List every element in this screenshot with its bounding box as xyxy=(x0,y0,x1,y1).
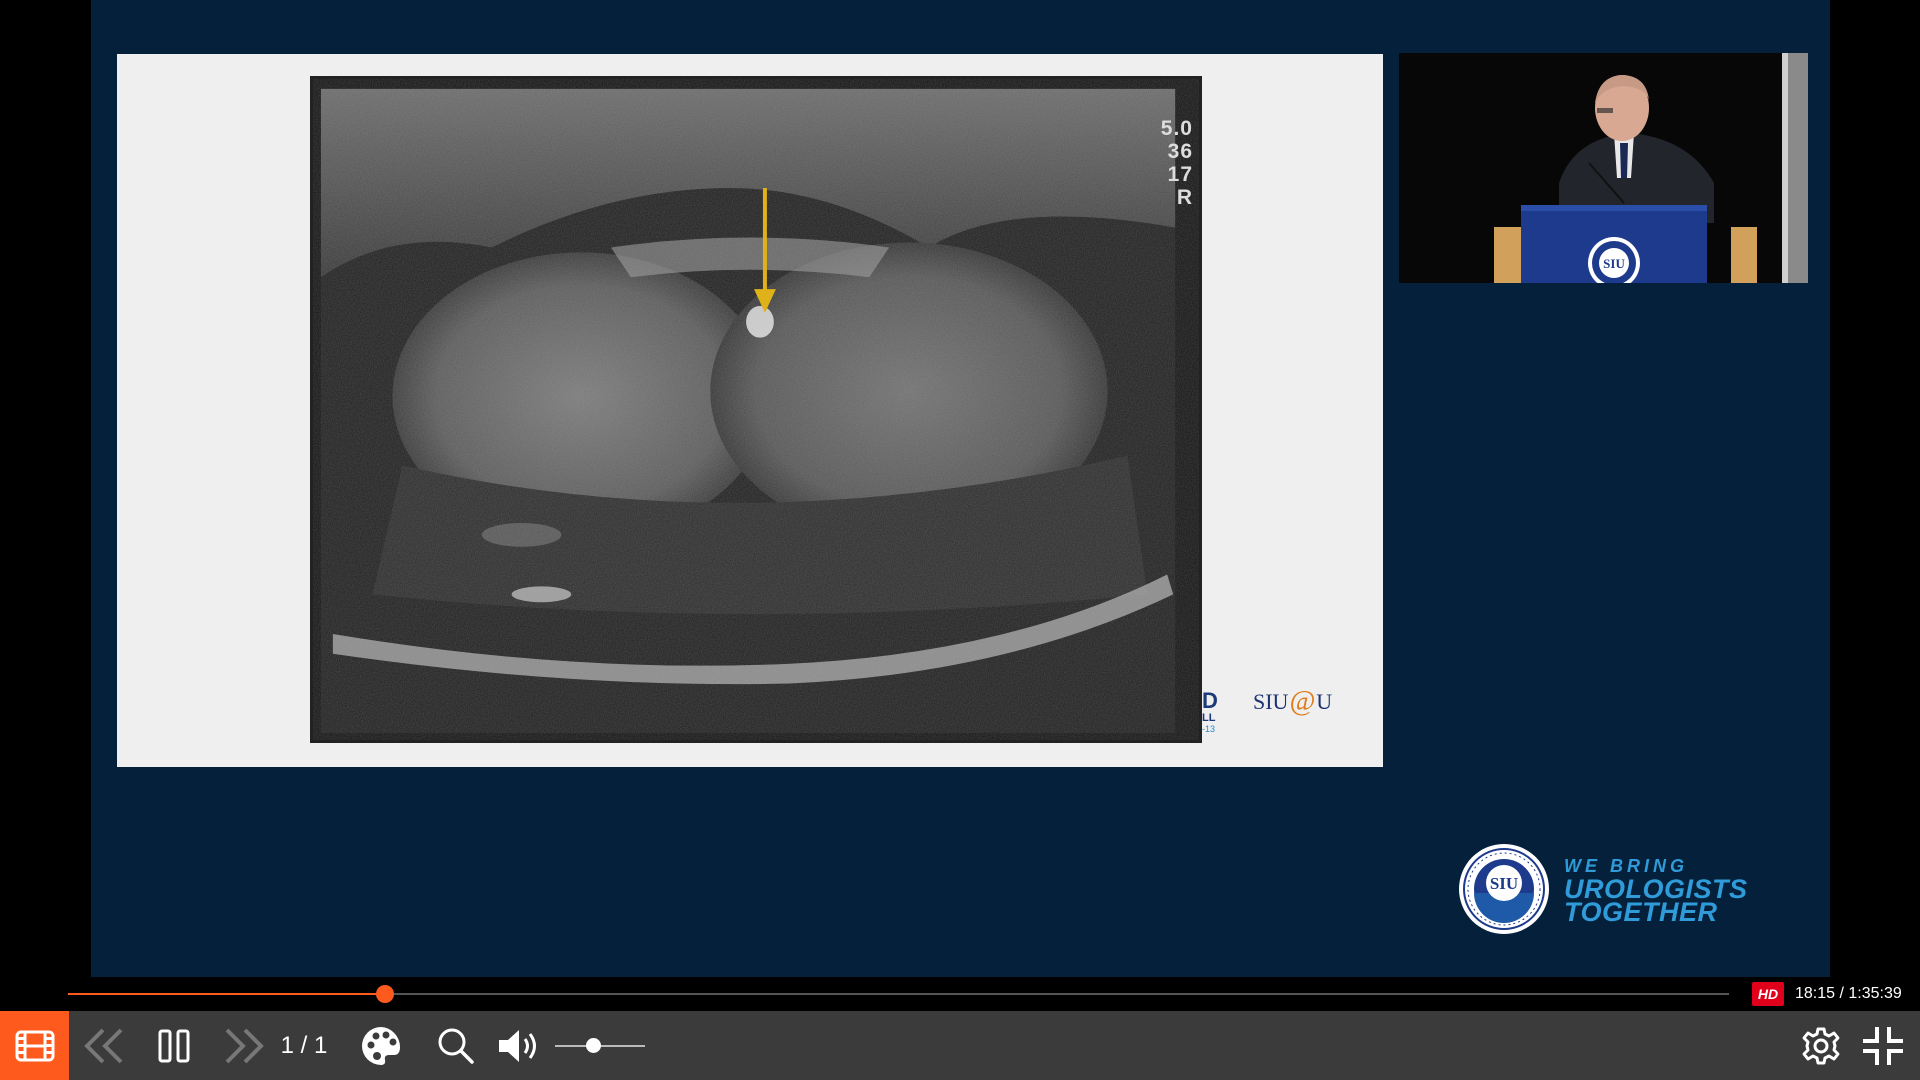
film-button[interactable] xyxy=(0,1011,69,1080)
next-button[interactable] xyxy=(216,1011,270,1080)
search-icon xyxy=(438,1028,474,1064)
readout-line: 17 xyxy=(1167,163,1193,186)
pause-button[interactable] xyxy=(150,1011,198,1080)
presentation-slide: 5.0 36 17 R D LL -13 SIU @ U xyxy=(117,54,1383,767)
partial-logo-small: -13 xyxy=(1202,724,1216,734)
siu-tagline: WE BRING UROLOGISTS TOGETHER xyxy=(1564,855,1748,927)
settings-button[interactable] xyxy=(1796,1011,1846,1080)
readout-line: 36 xyxy=(1167,140,1193,163)
siu-u-logo: SIU @ U xyxy=(1253,686,1332,718)
settings-icon xyxy=(1802,1027,1840,1064)
speaker-scene: SIU xyxy=(1399,53,1808,283)
hd-badge[interactable]: HD xyxy=(1752,982,1784,1006)
progress-row: HD 18:15 / 1:35:39 xyxy=(0,977,1920,1011)
partial-logo-letter: D xyxy=(1202,690,1218,713)
siu-seal-icon: SIU xyxy=(1459,844,1549,934)
palette-icon xyxy=(362,1026,400,1065)
volume-icon xyxy=(499,1029,536,1062)
siu-u-logo-right: U xyxy=(1316,689,1333,714)
search-button[interactable] xyxy=(432,1011,480,1080)
podium-seal-text: SIU xyxy=(1603,256,1625,271)
time-display: 18:15 / 1:35:39 xyxy=(1795,985,1902,1002)
tagline-line: TOGETHER xyxy=(1564,896,1718,927)
ultrasound-readout: 5.0 36 17 R xyxy=(1161,117,1193,209)
siu-branding: SIU WE BRING UROLOGISTS TOGETHER xyxy=(1458,843,1748,935)
ultrasound-scan xyxy=(313,79,1199,740)
volume-thumb[interactable] xyxy=(585,1038,601,1053)
film-icon xyxy=(15,1030,54,1061)
player-stage: 5.0 36 17 R D LL -13 SIU @ U SIU SIU WE … xyxy=(0,0,1920,1080)
exit-fullscreen-button[interactable] xyxy=(1858,1011,1908,1080)
readout-line: 5.0 xyxy=(1160,117,1193,140)
previous-button[interactable] xyxy=(78,1011,132,1080)
siu-u-logo-at: @ xyxy=(1289,686,1316,717)
readout-line: R xyxy=(1176,186,1193,209)
progress-thumb[interactable] xyxy=(376,985,395,1003)
siu-seal-text: SIU xyxy=(1490,874,1518,893)
progress-fill xyxy=(68,993,386,995)
next-icon xyxy=(225,1028,264,1063)
ultrasound-image: 5.0 36 17 R xyxy=(310,76,1202,743)
speaker-video[interactable]: SIU xyxy=(1399,53,1808,283)
siu-u-logo-left: SIU xyxy=(1253,689,1289,714)
pause-icon xyxy=(158,1029,190,1062)
partial-logo: D LL -13 xyxy=(1202,690,1226,740)
control-bar: 1 / 1 xyxy=(0,1011,1920,1080)
partial-logo-text: LL xyxy=(1202,712,1216,724)
previous-icon xyxy=(84,1028,123,1063)
progress-bar[interactable] xyxy=(68,985,1729,1003)
volume-button[interactable] xyxy=(494,1011,544,1080)
exit-fullscreen-icon xyxy=(1863,1026,1903,1065)
page-indicator: 1 / 1 xyxy=(280,1031,328,1059)
theme-button[interactable] xyxy=(356,1011,406,1080)
